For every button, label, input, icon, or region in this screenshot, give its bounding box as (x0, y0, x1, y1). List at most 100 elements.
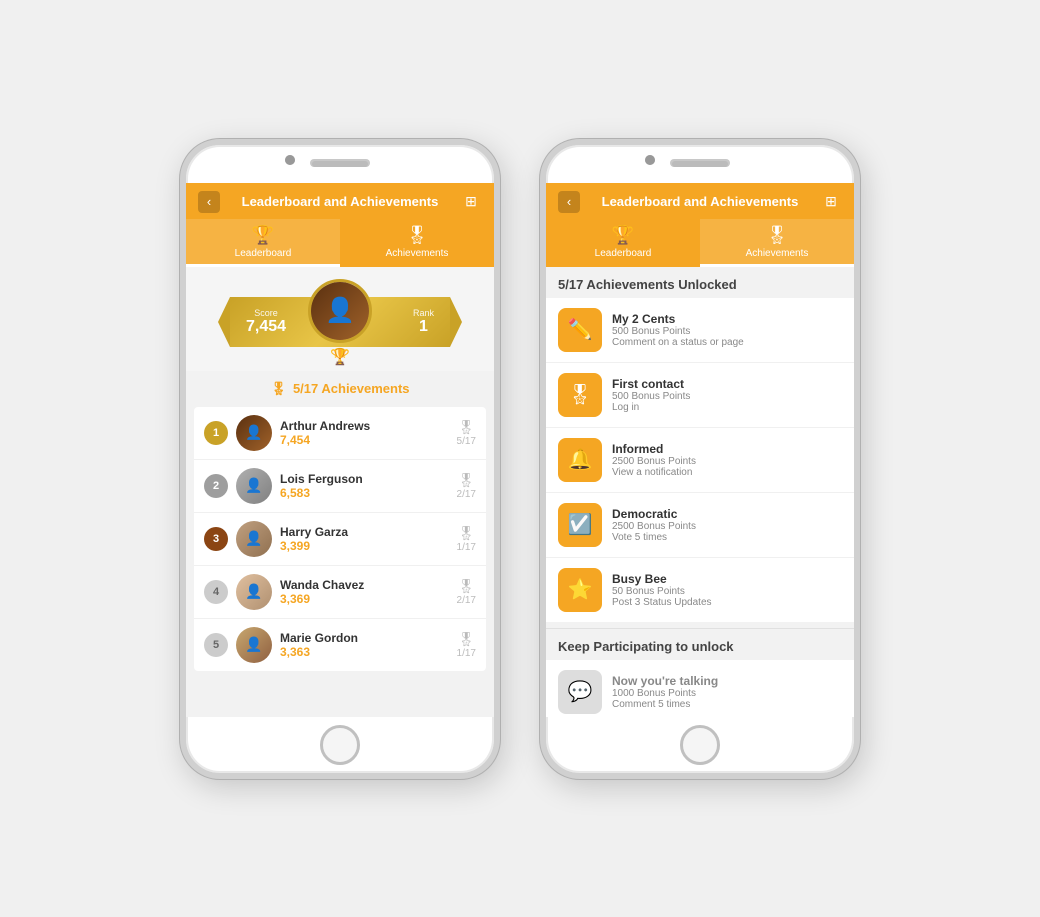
leaderboard-body: Score 7,454 Rank 1 👤 🏆 (186, 267, 494, 717)
achievement-points-my2cents: 500 Bonus Points (612, 326, 842, 337)
achievement-desc-democratic: Vote 5 times (612, 532, 842, 543)
rank-badge-2: 2 (204, 474, 228, 498)
achievements-badge-icon: 🎖 (270, 381, 287, 397)
achievements-body: 5/17 Achievements Unlocked ✏️ My 2 Cents… (546, 267, 854, 717)
tab-leaderboard[interactable]: 🏆 Leaderboard (186, 219, 340, 267)
screen-achievements: ‹ Leaderboard and Achievements ⊞ 🏆 Leade… (546, 183, 854, 717)
avatar-5: 👤 (236, 627, 272, 663)
back-button[interactable]: ‹ (198, 191, 220, 213)
achievement-title-busybee: Busy Bee (612, 572, 842, 586)
rank-label: Rank (413, 308, 434, 318)
achievement-icon-democratic: ☑️ (558, 503, 602, 547)
achievement-points-busybee: 50 Bonus Points (612, 586, 842, 597)
back-button-right[interactable]: ‹ (558, 191, 580, 213)
player-name-1: Arthur Andrews (280, 419, 449, 433)
player-achievements-5: 🎖 1/17 (457, 631, 476, 659)
locked-achievement-item: 💬 Now you're talking 1000 Bonus Points C… (546, 660, 854, 717)
player-info-2: Lois Ferguson 6,583 (280, 472, 449, 500)
home-button-right[interactable] (680, 725, 720, 765)
speaker-right (672, 161, 728, 167)
achievement-desc-my2cents: Comment on a status or page (612, 337, 842, 348)
avatar-2: 👤 (236, 468, 272, 504)
badge-count-3: 1/17 (457, 542, 476, 553)
achievements-list: ✏️ My 2 Cents 500 Bonus Points Comment o… (546, 298, 854, 622)
achievement-icon-busybee: ⭐ (558, 568, 602, 612)
achievement-info-my2cents: My 2 Cents 500 Bonus Points Comment on a… (612, 312, 842, 348)
home-button-left[interactable] (320, 725, 360, 765)
settings-icon-right[interactable]: ⊞ (820, 191, 842, 213)
hero-avatar: 👤 (308, 279, 372, 343)
achievement-item-busybee: ⭐ Busy Bee 50 Bonus Points Post 3 Status… (546, 558, 854, 622)
achievement-title-my2cents: My 2 Cents (612, 312, 842, 326)
badge-count-4: 2/17 (457, 595, 476, 606)
achievements-tab-icon: 🎖 (406, 225, 429, 246)
achievement-icon-informed: 🔔 (558, 438, 602, 482)
tab-achievements[interactable]: 🎖 Achievements (340, 219, 494, 267)
hero-section: Score 7,454 Rank 1 👤 🏆 (186, 267, 494, 371)
achievement-item-firstcontact: 🎖 First contact 500 Bonus Points Log in (546, 363, 854, 428)
player-achievements-3: 🎖 1/17 (457, 525, 476, 553)
player-score-4: 3,369 (280, 592, 449, 606)
player-score-5: 3,363 (280, 645, 449, 659)
tab-achievements-right[interactable]: 🎖 Achievements (700, 219, 854, 267)
app-header-right: ‹ Leaderboard and Achievements ⊞ 🏆 Leade… (546, 183, 854, 267)
camera-right (645, 155, 655, 165)
badge-count-1: 5/17 (457, 436, 476, 447)
achievement-info-busybee: Busy Bee 50 Bonus Points Post 3 Status U… (612, 572, 842, 608)
achievement-title-firstcontact: First contact (612, 377, 842, 391)
player-score-2: 6,583 (280, 486, 449, 500)
player-name-4: Wanda Chavez (280, 578, 449, 592)
hero-avatar-img: 👤 (311, 282, 369, 340)
score-block: Score 7,454 (246, 308, 286, 336)
phone-achievements: ‹ Leaderboard and Achievements ⊞ 🏆 Leade… (540, 139, 860, 779)
achievement-icon-my2cents: ✏️ (558, 308, 602, 352)
rank-badge-5: 5 (204, 633, 228, 657)
achievement-item-democratic: ☑️ Democratic 2500 Bonus Points Vote 5 t… (546, 493, 854, 558)
rank-block: Rank 1 (413, 308, 434, 336)
leaderboard-tab-icon-right: 🏆 (612, 225, 634, 246)
player-info-4: Wanda Chavez 3,369 (280, 578, 449, 606)
player-name-5: Marie Gordon (280, 631, 449, 645)
leaderboard-tab-label: Leaderboard (235, 248, 292, 259)
player-score-3: 3,399 (280, 539, 449, 553)
player-name-3: Harry Garza (280, 525, 449, 539)
ribbon-container: Score 7,454 Rank 1 👤 🏆 (230, 279, 450, 359)
camera-left (285, 155, 295, 165)
rank-value: 1 (419, 318, 428, 335)
tab-leaderboard-right[interactable]: 🏆 Leaderboard (546, 219, 700, 267)
screen-leaderboard: ‹ Leaderboard and Achievements ⊞ 🏆 Leade… (186, 183, 494, 717)
player-achievements-4: 🎖 2/17 (457, 578, 476, 606)
achievements-tab-icon-right: 🎖 (766, 225, 789, 246)
player-info-1: Arthur Andrews 7,454 (280, 419, 449, 447)
trophy-icon: 🏆 (330, 347, 350, 367)
locked-achievement-icon: 💬 (558, 670, 602, 714)
achievement-points-firstcontact: 500 Bonus Points (612, 391, 842, 402)
avatar-3: 👤 (236, 521, 272, 557)
badge-icon-4: 🎖 (457, 578, 475, 595)
player-info-3: Harry Garza 3,399 (280, 525, 449, 553)
page-title: Leaderboard and Achievements (228, 194, 452, 209)
avatar-4: 👤 (236, 574, 272, 610)
badge-icon-2: 🎖 (457, 472, 475, 489)
achievement-points-informed: 2500 Bonus Points (612, 456, 842, 467)
table-row: 2 👤 Lois Ferguson 6,583 🎖 2/17 (194, 460, 486, 513)
achievement-item-informed: 🔔 Informed 2500 Bonus Points View a noti… (546, 428, 854, 493)
achievement-info-democratic: Democratic 2500 Bonus Points Vote 5 time… (612, 507, 842, 543)
keep-participating-header: Keep Participating to unlock (546, 628, 854, 660)
settings-icon[interactable]: ⊞ (460, 191, 482, 213)
leaderboard-tab-icon: 🏆 (252, 225, 274, 246)
achievement-title-democratic: Democratic (612, 507, 842, 521)
badge-count-5: 1/17 (457, 648, 476, 659)
table-row: 1 👤 Arthur Andrews 7,454 🎖 5/17 (194, 407, 486, 460)
achievements-count-text: 5/17 Achievements Unlocked (558, 277, 737, 292)
locked-achievement-title: Now you're talking (612, 674, 718, 688)
rank-badge-3: 3 (204, 527, 228, 551)
page-title-right: Leaderboard and Achievements (588, 194, 812, 209)
table-row: 4 👤 Wanda Chavez 3,369 🎖 2/17 (194, 566, 486, 619)
achievement-desc-informed: View a notification (612, 467, 842, 478)
achievements-summary: 🎖 5/17 Achievements (186, 371, 494, 407)
tab-bar-right: 🏆 Leaderboard 🎖 Achievements (546, 219, 854, 267)
achievement-item-my2cents: ✏️ My 2 Cents 500 Bonus Points Comment o… (546, 298, 854, 363)
achievement-points-democratic: 2500 Bonus Points (612, 521, 842, 532)
achievement-info-informed: Informed 2500 Bonus Points View a notifi… (612, 442, 842, 478)
